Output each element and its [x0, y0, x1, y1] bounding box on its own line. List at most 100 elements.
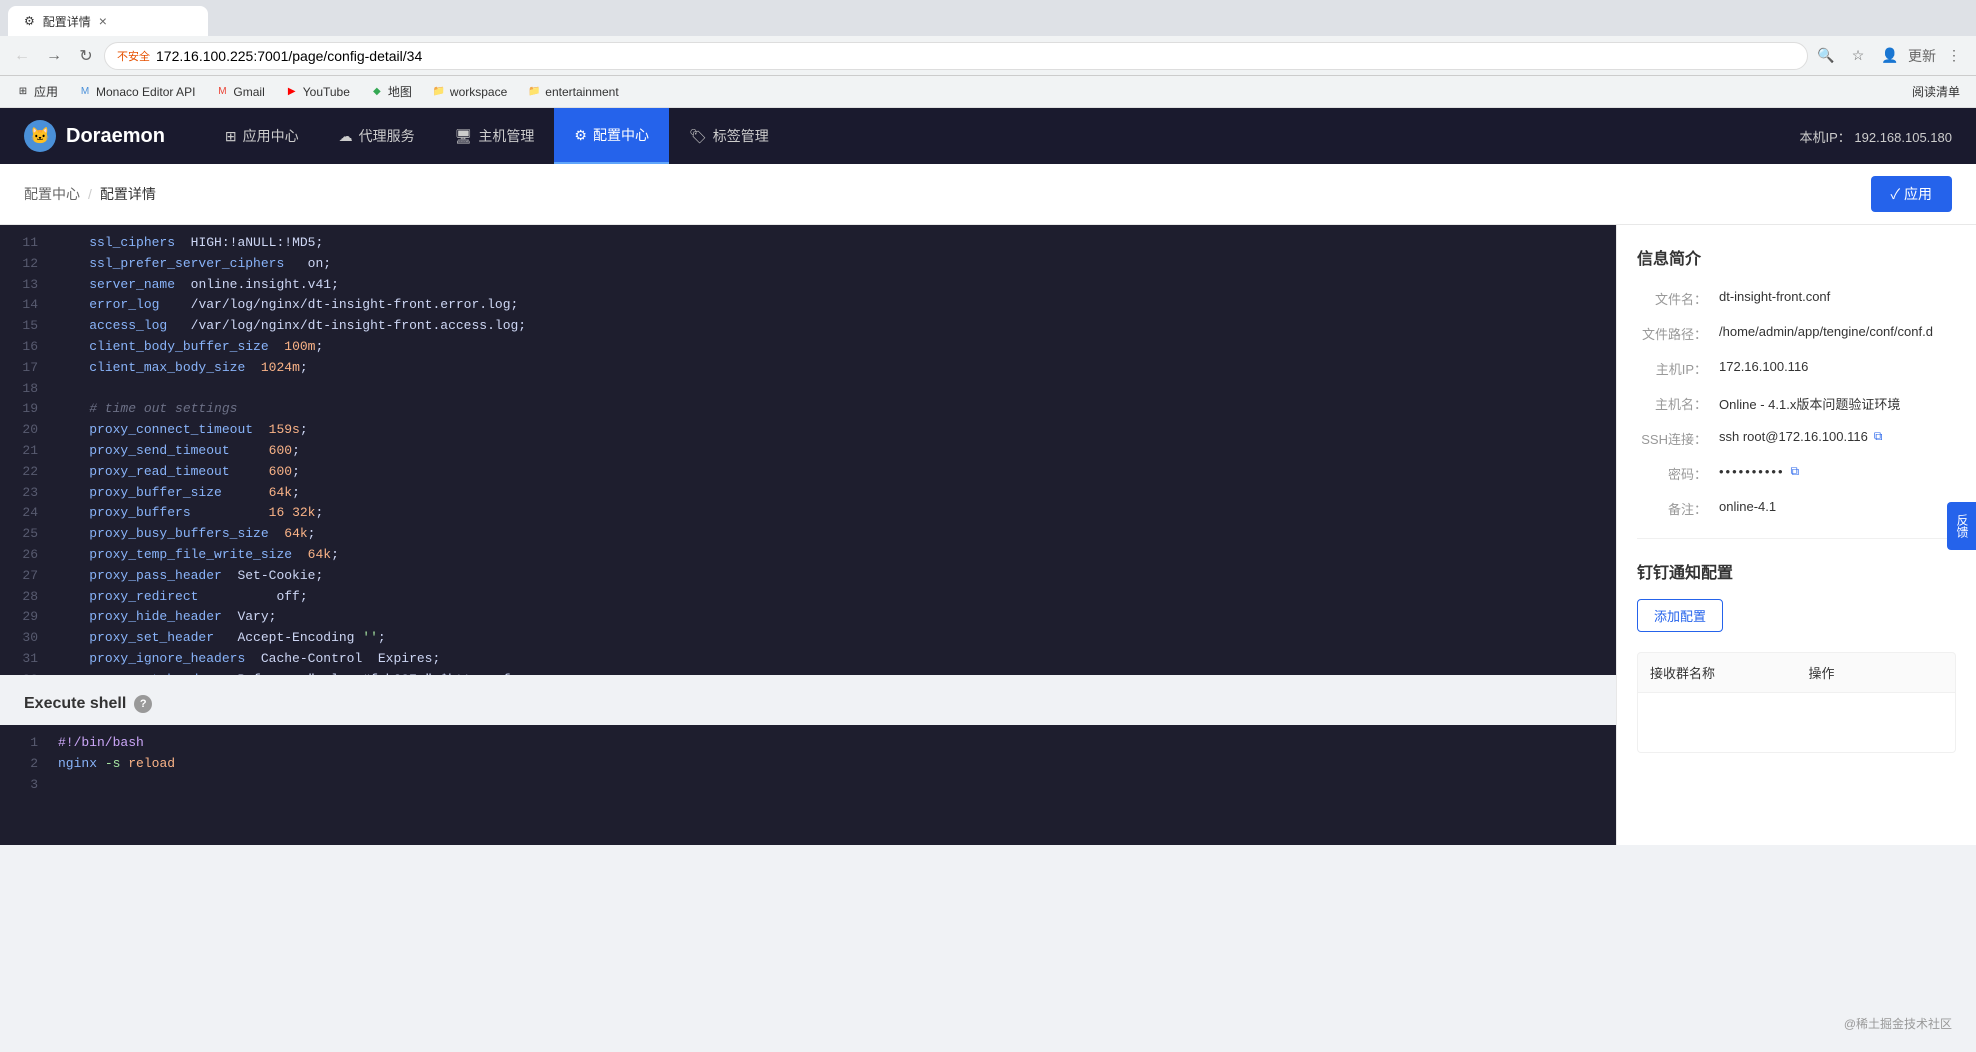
line-content: proxy_redirect off;: [50, 587, 1616, 608]
nav-item-apps[interactable]: ⊞ 应用中心: [205, 108, 319, 164]
line-content: access_log /var/log/nginx/dt-insight-fro…: [50, 316, 1616, 337]
line-content: proxy_pass_header Set-Cookie;: [50, 566, 1616, 587]
line-content: # time out settings: [50, 399, 1616, 420]
line-number: 32: [0, 670, 50, 675]
monaco-icon: M: [78, 85, 92, 99]
breadcrumb-parent[interactable]: 配置中心: [24, 184, 80, 204]
line-number: 26: [0, 545, 50, 566]
line-content: proxy_set_header Referer "color:#fab387;…: [50, 670, 1616, 675]
reader-mode-label: 阅读清单: [1912, 83, 1960, 100]
info-row-hostname: 主机名： Online - 4.1.x版本问题验证环境: [1637, 394, 1956, 413]
reload-button[interactable]: ↻: [72, 42, 100, 70]
tab-favicon: ⚙: [24, 14, 35, 28]
youtube-icon: ▶: [285, 85, 299, 99]
gmail-icon: M: [215, 85, 229, 99]
execute-shell-section: Execute shell ? 1#!/bin/bash2nginx -s re…: [0, 675, 1616, 845]
line-number: 14: [0, 295, 50, 316]
line-number: 16: [0, 337, 50, 358]
line-number: 27: [0, 566, 50, 587]
apply-button[interactable]: ✓ 应用: [1871, 176, 1952, 212]
entertainment-icon: 📁: [527, 85, 541, 99]
filename-label: 文件名：: [1637, 289, 1707, 308]
line-number: 3: [0, 775, 50, 796]
bookmark-monaco-label: Monaco Editor API: [96, 85, 195, 99]
nav-item-proxy[interactable]: ☁ 代理服务: [319, 108, 435, 164]
menu-button[interactable]: ⋮: [1940, 42, 1968, 70]
nav-item-host[interactable]: 🖥 主机管理: [435, 108, 555, 164]
browser-toolbar: ← → ↻ 不安全 172.16.100.225:7001/page/confi…: [0, 36, 1976, 76]
feedback-tab[interactable]: 反馈: [1947, 502, 1976, 550]
nav-item-tags[interactable]: 🏷 标签管理: [669, 108, 789, 164]
address-text: 172.16.100.225:7001/page/config-detail/3…: [156, 48, 422, 64]
info-section-title: 信息简介: [1637, 245, 1956, 269]
remark-label: 备注：: [1637, 499, 1707, 518]
ssh-copy-icon[interactable]: ⧉: [1874, 429, 1883, 444]
line-number: 30: [0, 628, 50, 649]
nav-item-config[interactable]: ⚙ 配置中心: [554, 108, 669, 164]
code-line: 29 proxy_hide_header Vary;: [0, 607, 1616, 628]
update-button[interactable]: 更新: [1908, 42, 1936, 70]
code-editor[interactable]: 11 ssl_ciphers HIGH:!aNULL:!MD5;12 ssl_p…: [0, 225, 1616, 675]
table-th-action: 操作: [1797, 653, 1956, 692]
maps-icon: ◆: [370, 85, 384, 99]
proxy-nav-icon: ☁: [339, 128, 353, 145]
line-number: 17: [0, 358, 50, 379]
bookmark-button[interactable]: ☆: [1844, 42, 1872, 70]
table-th-name: 接收群名称: [1638, 653, 1797, 692]
nav-item-config-label: 配置中心: [593, 125, 649, 145]
watermark: @稀土掘金技术社区: [1844, 1015, 1952, 1032]
bookmark-workspace[interactable]: 📁 workspace: [424, 83, 515, 101]
back-button[interactable]: ←: [8, 42, 36, 70]
line-content: [50, 775, 1616, 796]
line-content: proxy_buffer_size 64k;: [50, 483, 1616, 504]
password-copy-icon[interactable]: ⧉: [1791, 464, 1800, 479]
remark-value: online-4.1: [1719, 499, 1776, 514]
line-content: client_body_buffer_size 100m;: [50, 337, 1616, 358]
logo-text: Doraemon: [66, 125, 165, 148]
line-content: proxy_read_timeout 600;: [50, 462, 1616, 483]
line-content: [50, 379, 1616, 400]
bookmark-gmail[interactable]: M Gmail: [207, 83, 272, 101]
code-line: 18: [0, 379, 1616, 400]
info-row-filename: 文件名： dt-insight-front.conf: [1637, 289, 1956, 308]
add-config-button[interactable]: 添加配置: [1637, 599, 1723, 632]
help-icon[interactable]: ?: [134, 695, 152, 713]
ip-label: 本机IP：: [1799, 130, 1850, 145]
forward-button[interactable]: →: [40, 42, 68, 70]
host-nav-icon: 🖥: [455, 128, 473, 145]
filepath-value: /home/admin/app/tengine/conf/conf.d: [1719, 324, 1933, 339]
bookmark-maps[interactable]: ◆ 地图: [362, 81, 420, 102]
info-row-filepath: 文件路径： /home/admin/app/tengine/conf/conf.…: [1637, 324, 1956, 343]
code-line: 31 proxy_ignore_headers Cache-Control Ex…: [0, 649, 1616, 670]
code-line: 3: [0, 775, 1616, 796]
ding-table-body: [1637, 693, 1956, 753]
code-line: 26 proxy_temp_file_write_size 64k;: [0, 545, 1616, 566]
line-number: 18: [0, 379, 50, 400]
line-content: proxy_connect_timeout 159s;: [50, 420, 1616, 441]
line-content: proxy_temp_file_write_size 64k;: [50, 545, 1616, 566]
line-number: 19: [0, 399, 50, 420]
tab-close-button[interactable]: ×: [99, 13, 107, 29]
line-content: ssl_prefer_server_ciphers on;: [50, 254, 1616, 275]
address-bar[interactable]: 不安全 172.16.100.225:7001/page/config-deta…: [104, 42, 1808, 70]
bookmark-apps[interactable]: ⊞ 应用: [8, 81, 66, 102]
bookmark-gmail-label: Gmail: [233, 85, 264, 99]
bookmark-entertainment[interactable]: 📁 entertainment: [519, 83, 626, 101]
breadcrumb: 配置中心 / 配置详情 ✓ 应用: [0, 164, 1976, 225]
ssh-value: ssh root@172.16.100.116 ⧉: [1719, 429, 1882, 444]
browser-tab[interactable]: ⚙ 配置详情 ×: [8, 6, 208, 36]
bookmark-monaco[interactable]: M Monaco Editor API: [70, 83, 203, 101]
workspace-icon: 📁: [432, 85, 446, 99]
bookmark-entertainment-label: entertainment: [545, 85, 618, 99]
search-button[interactable]: 🔍: [1812, 42, 1840, 70]
shell-code-editor[interactable]: 1#!/bin/bash2nginx -s reload3: [0, 725, 1616, 845]
right-panel: 信息简介 文件名： dt-insight-front.conf 文件路径： /h…: [1616, 225, 1976, 845]
line-number: 20: [0, 420, 50, 441]
line-content: server_name online.insight.v41;: [50, 275, 1616, 296]
bookmark-youtube[interactable]: ▶ YouTube: [277, 83, 358, 101]
code-line: 30 proxy_set_header Accept-Encoding '';: [0, 628, 1616, 649]
reader-mode-button[interactable]: 阅读清单: [1904, 81, 1968, 102]
profile-button[interactable]: 👤: [1876, 42, 1904, 70]
security-warning: 不安全: [117, 48, 150, 64]
apps-icon: ⊞: [16, 85, 30, 99]
